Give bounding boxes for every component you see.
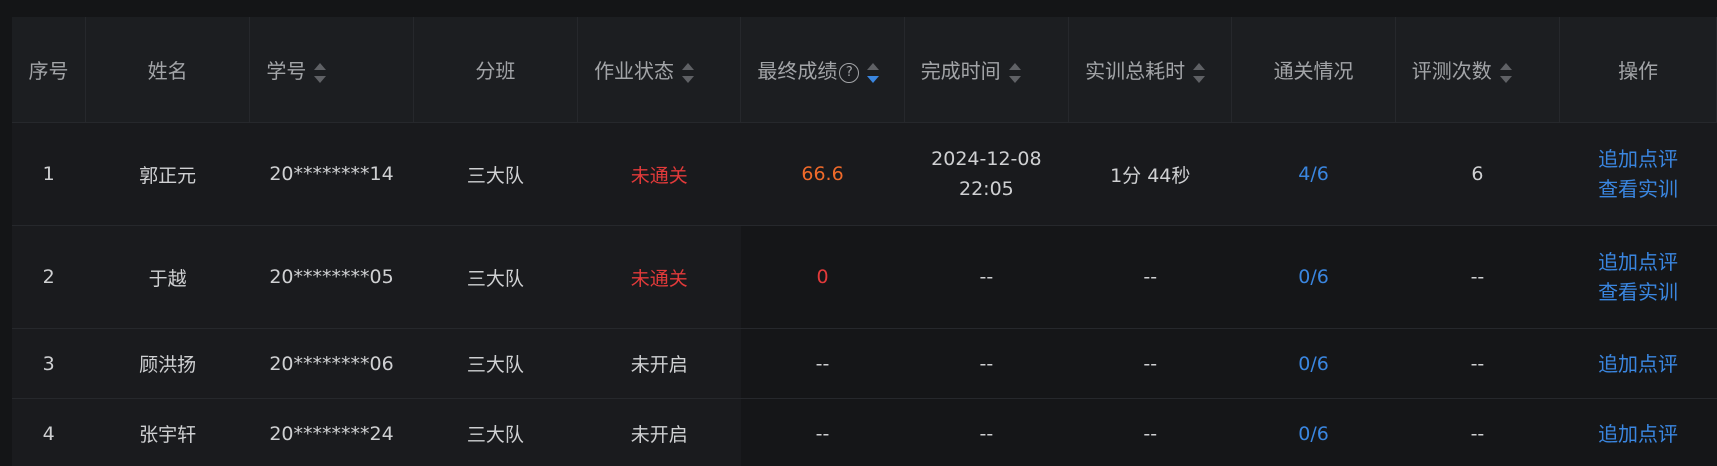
cell-evals: -- [1395, 328, 1560, 399]
cell-class: 三大队 [413, 398, 578, 466]
table-row: 1 郭正元 20********14 三大队 未通关 66.6 2024-12-… [12, 122, 1717, 226]
col-index-header: 序号 [12, 17, 86, 123]
col-final-score-header[interactable]: 最终成绩? [740, 17, 905, 123]
col-pass-status-header: 通关情况 [1231, 17, 1396, 123]
cell-actions: 追加点评 [1559, 398, 1717, 466]
cell-pass: 0/6 [1231, 225, 1396, 329]
cell-student-id: 20********14 [249, 122, 414, 226]
cell-finish-time: -- [904, 398, 1069, 466]
cell-total-time: -- [1068, 398, 1232, 466]
student-table: 序号 姓名 学号 分班 作业状态 最终成绩? 完成时间 实训总耗时 通关情况 评… [12, 17, 1717, 466]
col-student-id-header[interactable]: 学号 [249, 17, 414, 123]
table-row: 4 张宇轩 20********24 三大队 未开启 -- -- -- 0/6 … [12, 398, 1717, 466]
cell-total-time: 1分 44秒 [1068, 122, 1232, 226]
cell-class: 三大队 [413, 122, 578, 226]
sort-icon[interactable] [867, 62, 880, 84]
cell-pass: 0/6 [1231, 328, 1396, 399]
sort-icon[interactable] [1499, 62, 1512, 84]
cell-actions: 追加点评 查看实训 [1559, 225, 1717, 329]
cell-student-id: 20********24 [249, 398, 414, 466]
cell-score: 66.6 [740, 122, 905, 226]
cell-index: 2 [12, 225, 86, 329]
student-table-container: 序号 姓名 学号 分班 作业状态 最终成绩? 完成时间 实训总耗时 通关情况 评… [12, 17, 1717, 466]
help-icon[interactable]: ? [839, 62, 860, 83]
sort-icon[interactable] [682, 62, 695, 84]
table-row: 3 顾洪扬 20********06 三大队 未开启 -- -- -- 0/6 … [12, 328, 1717, 399]
cell-score: 0 [740, 225, 905, 329]
col-finish-time-header[interactable]: 完成时间 [904, 17, 1070, 123]
cell-actions: 追加点评 [1559, 328, 1717, 399]
sort-icon[interactable] [314, 62, 327, 84]
add-comment-link[interactable]: 追加点评 [1598, 146, 1678, 172]
cell-pass: 0/6 [1231, 398, 1396, 466]
table-header-row: 序号 姓名 学号 分班 作业状态 最终成绩? 完成时间 实训总耗时 通关情况 评… [12, 17, 1717, 123]
cell-finish-time: -- [904, 328, 1069, 399]
cell-name: 顾洪扬 [85, 328, 250, 399]
cell-name: 郭正元 [85, 122, 250, 226]
cell-total-time: -- [1068, 328, 1232, 399]
table-row: 2 于越 20********05 三大队 未通关 0 -- -- 0/6 --… [12, 225, 1717, 329]
cell-status: 未通关 [577, 122, 741, 226]
cell-index: 4 [12, 398, 86, 466]
cell-status: 未通关 [577, 225, 741, 329]
add-comment-link[interactable]: 追加点评 [1598, 351, 1678, 377]
cell-student-id: 20********05 [249, 225, 414, 329]
finish-date: 2024-12-08 [931, 148, 1042, 170]
add-comment-link[interactable]: 追加点评 [1598, 421, 1678, 447]
cell-name: 于越 [85, 225, 250, 329]
add-comment-link[interactable]: 追加点评 [1598, 249, 1678, 275]
sort-icon[interactable] [1008, 62, 1021, 84]
cell-evals: -- [1395, 225, 1560, 329]
col-total-time-header[interactable]: 实训总耗时 [1068, 17, 1233, 123]
col-name-header: 姓名 [85, 17, 251, 123]
view-training-link[interactable]: 查看实训 [1598, 279, 1678, 305]
view-training-link[interactable]: 查看实训 [1598, 176, 1678, 202]
cell-class: 三大队 [413, 328, 578, 399]
cell-actions: 追加点评 查看实训 [1559, 122, 1717, 226]
cell-finish-time: 2024-12-08 22:05 [904, 122, 1069, 226]
sort-icon[interactable] [1193, 62, 1206, 84]
cell-total-time: -- [1068, 225, 1232, 329]
cell-pass: 4/6 [1231, 122, 1396, 226]
col-class-header: 分班 [413, 17, 579, 123]
cell-score: -- [740, 328, 905, 399]
cell-evals: -- [1395, 398, 1560, 466]
cell-finish-time: -- [904, 225, 1069, 329]
cell-score: -- [740, 398, 905, 466]
cell-status: 未开启 [577, 328, 741, 399]
cell-student-id: 20********06 [249, 328, 414, 399]
cell-name: 张宇轩 [85, 398, 250, 466]
cell-evals: 6 [1395, 122, 1560, 226]
cell-index: 1 [12, 122, 86, 226]
col-actions-header: 操作 [1559, 17, 1717, 123]
cell-class: 三大队 [413, 225, 578, 329]
col-status-header[interactable]: 作业状态 [577, 17, 742, 123]
cell-status: 未开启 [577, 398, 741, 466]
col-eval-count-header[interactable]: 评测次数 [1395, 17, 1561, 123]
finish-clock: 22:05 [959, 178, 1014, 200]
cell-index: 3 [12, 328, 86, 399]
